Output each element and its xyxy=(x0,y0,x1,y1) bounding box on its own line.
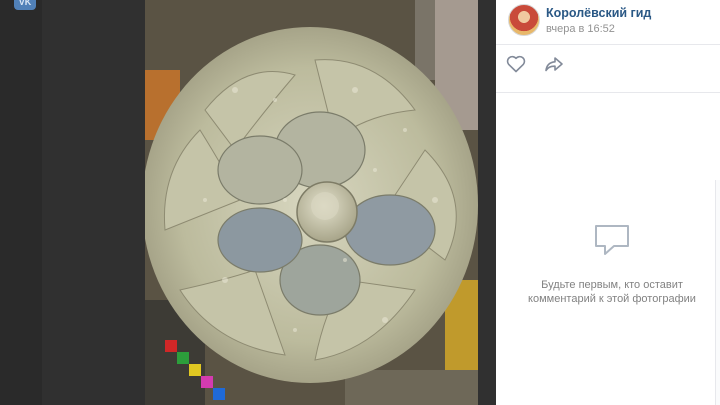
empty-comments-line-2: комментарий к этой фотографии xyxy=(528,293,696,305)
share-button[interactable] xyxy=(544,55,568,77)
header-divider xyxy=(496,44,720,45)
empty-comments-text: Будьте первым, кто оставит комментарий к… xyxy=(514,278,710,306)
sidebar-scrollbar[interactable] xyxy=(715,180,720,405)
photo-viewer xyxy=(42,0,496,405)
left-dark-strip: VK xyxy=(0,0,42,405)
photo-sidebar: Королёвский гид вчера в 16:52 Будьте пер… xyxy=(496,0,720,405)
heart-icon xyxy=(506,55,526,73)
vk-logo-label: VK xyxy=(18,0,32,7)
author-name-link[interactable]: Королёвский гид xyxy=(546,6,651,20)
author-block: Королёвский гид вчера в 16:52 xyxy=(508,4,720,40)
like-button[interactable] xyxy=(506,55,530,77)
speech-bubble-icon xyxy=(595,225,629,255)
author-avatar[interactable] xyxy=(508,4,540,36)
photo-actions xyxy=(506,55,720,79)
share-arrow-icon xyxy=(545,57,563,72)
stone-rosette-photo[interactable] xyxy=(145,0,478,405)
photo-image xyxy=(145,0,478,405)
post-timestamp[interactable]: вчера в 16:52 xyxy=(546,23,615,35)
actions-divider xyxy=(496,92,720,93)
vk-logo-icon[interactable]: VK xyxy=(14,0,36,10)
empty-comments-line-1: Будьте первым, кто оставит xyxy=(541,279,683,291)
